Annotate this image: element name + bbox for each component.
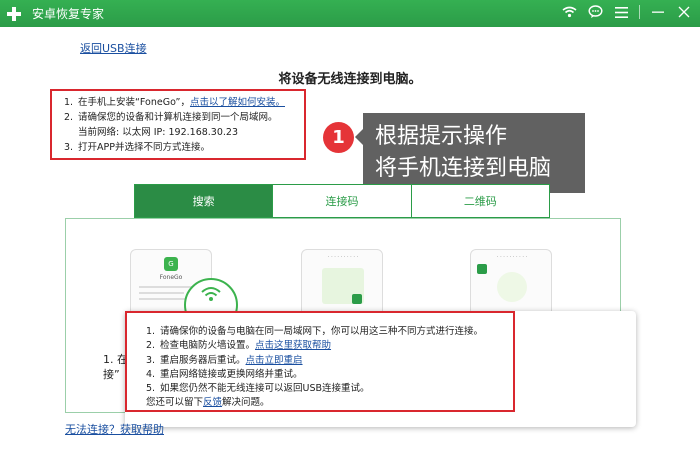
step-number: 3. (64, 142, 74, 153)
help-text: 重启网络链接或更换网络并重试。 (160, 368, 303, 380)
help-popup-highlight: 1. 请确保你的设备与电脑在同一局域网下，你可以用这三种不同方式进行连接。 2. 检… (125, 311, 515, 412)
help-number: 1. (146, 326, 156, 337)
instructions-box: 1. 在手机上安装“FoneGo”，点击以了解如何安装。 2. 请确保您的设备和计算… (50, 89, 306, 160)
connection-tabs: 搜索 连接码 二维码 (134, 184, 550, 218)
close-icon[interactable] (676, 4, 692, 20)
app-window: 安卓恢复专家 返回USB连接 将设备无线连接到电脑。 1. 在手机上安装“Fone… (0, 0, 700, 467)
help-text: 请确保你的设备与电脑在同一局域网下，你可以用这三种不同方式进行连接。 (160, 326, 484, 337)
window-controls (561, 4, 692, 20)
phone-header-line: · · · · · · · · · · (496, 254, 528, 260)
page-title: 将设备无线连接到电脑。 (278, 72, 422, 87)
install-help-link[interactable]: 点击以了解如何安装。 (190, 97, 285, 108)
step-1: 1. 在手机上安装“FoneGo”，点击以了解如何安装。 (64, 95, 304, 110)
help-number: 3. (146, 354, 156, 366)
step-number: 1. (64, 97, 74, 108)
help-number: 2. (146, 340, 156, 352)
wifi-signal-icon (200, 286, 222, 306)
help-item-2: 2. 检查电脑防火墙设置。点击这里获取帮助 (146, 339, 513, 353)
step-3: 3. 打开APP并选择不同方式连接。 (64, 140, 304, 155)
help-text: 您还可以留下 (146, 397, 204, 409)
feedback-link[interactable]: 反馈 (203, 397, 222, 408)
callout-badge: 1 (323, 122, 354, 153)
minimize-icon[interactable] (650, 4, 666, 20)
step-number: 2. (64, 112, 74, 123)
help-feedback-line: 您还可以留下反馈解决问题。 (146, 396, 513, 410)
callout-line-1: 根据提示操作 (375, 124, 508, 149)
phone-app-icon (477, 264, 487, 274)
phone-badge-icon (352, 294, 362, 304)
step-text: 打开APP并选择不同方式连接。 (78, 142, 210, 153)
fonego-logo-icon: G (164, 257, 178, 271)
network-info: 当前网络: 以太网 IP: 192.168.30.23 (78, 127, 238, 138)
placeholder-line (139, 292, 184, 294)
step-2: 2. 请确保您的设备和计算机连接到同一个局域网。 (64, 110, 304, 125)
help-text: 解决问题。 (222, 397, 270, 409)
cannot-connect-help-link[interactable]: 无法连接？获取帮助 (65, 421, 164, 437)
phone-screen-image (497, 272, 527, 302)
callout-tooltip: 根据提示操作 将手机连接到电脑 (355, 113, 585, 193)
tab-search[interactable]: 搜索 (135, 185, 274, 217)
callout-line-2: 将手机连接到电脑 (375, 156, 552, 181)
help-text: 检查电脑防火墙设置。 (160, 340, 256, 352)
back-to-usb-link[interactable]: 返回USB连接 (80, 40, 147, 56)
tab-connection-code[interactable]: 连接码 (273, 185, 412, 217)
menu-icon[interactable] (613, 4, 629, 20)
step-text: 在手机上安装“FoneGo”， (78, 97, 190, 108)
wifi-icon[interactable] (561, 4, 577, 20)
placeholder-line (139, 298, 191, 300)
help-item-3: 3. 重启服务器后重试。点击立即重启 (146, 354, 513, 368)
help-text: 如果您仍然不能无线连接可以返回USB连接重试。 (160, 383, 370, 395)
restart-now-link[interactable]: 点击立即重启 (246, 355, 303, 366)
chat-icon[interactable] (587, 4, 603, 20)
app-title: 安卓恢复专家 (32, 7, 105, 21)
help-item-4: 4. 重启网络链接或更换网络并重试。 (146, 368, 513, 382)
help-number: 4. (146, 368, 156, 380)
title-bar: 安卓恢复专家 (0, 0, 700, 27)
firewall-help-link[interactable]: 点击这里获取帮助 (255, 340, 331, 351)
help-item-5: 5. 如果您仍然不能无线连接可以返回USB连接重试。 (146, 382, 513, 396)
tab-qr-code[interactable]: 二维码 (411, 185, 549, 217)
help-text: 重启服务器后重试。 (160, 354, 246, 366)
phone-header-line: · · · · · · · · · · (327, 254, 359, 260)
plus-icon (6, 6, 22, 22)
help-item-1: 1. 请确保你的设备与电脑在同一局域网下，你可以用这三种不同方式进行连接。 (146, 325, 513, 339)
step-text: 请确保您的设备和计算机连接到同一个局域网。 (78, 112, 278, 123)
title-separator (639, 5, 640, 19)
help-number: 5. (146, 383, 156, 395)
